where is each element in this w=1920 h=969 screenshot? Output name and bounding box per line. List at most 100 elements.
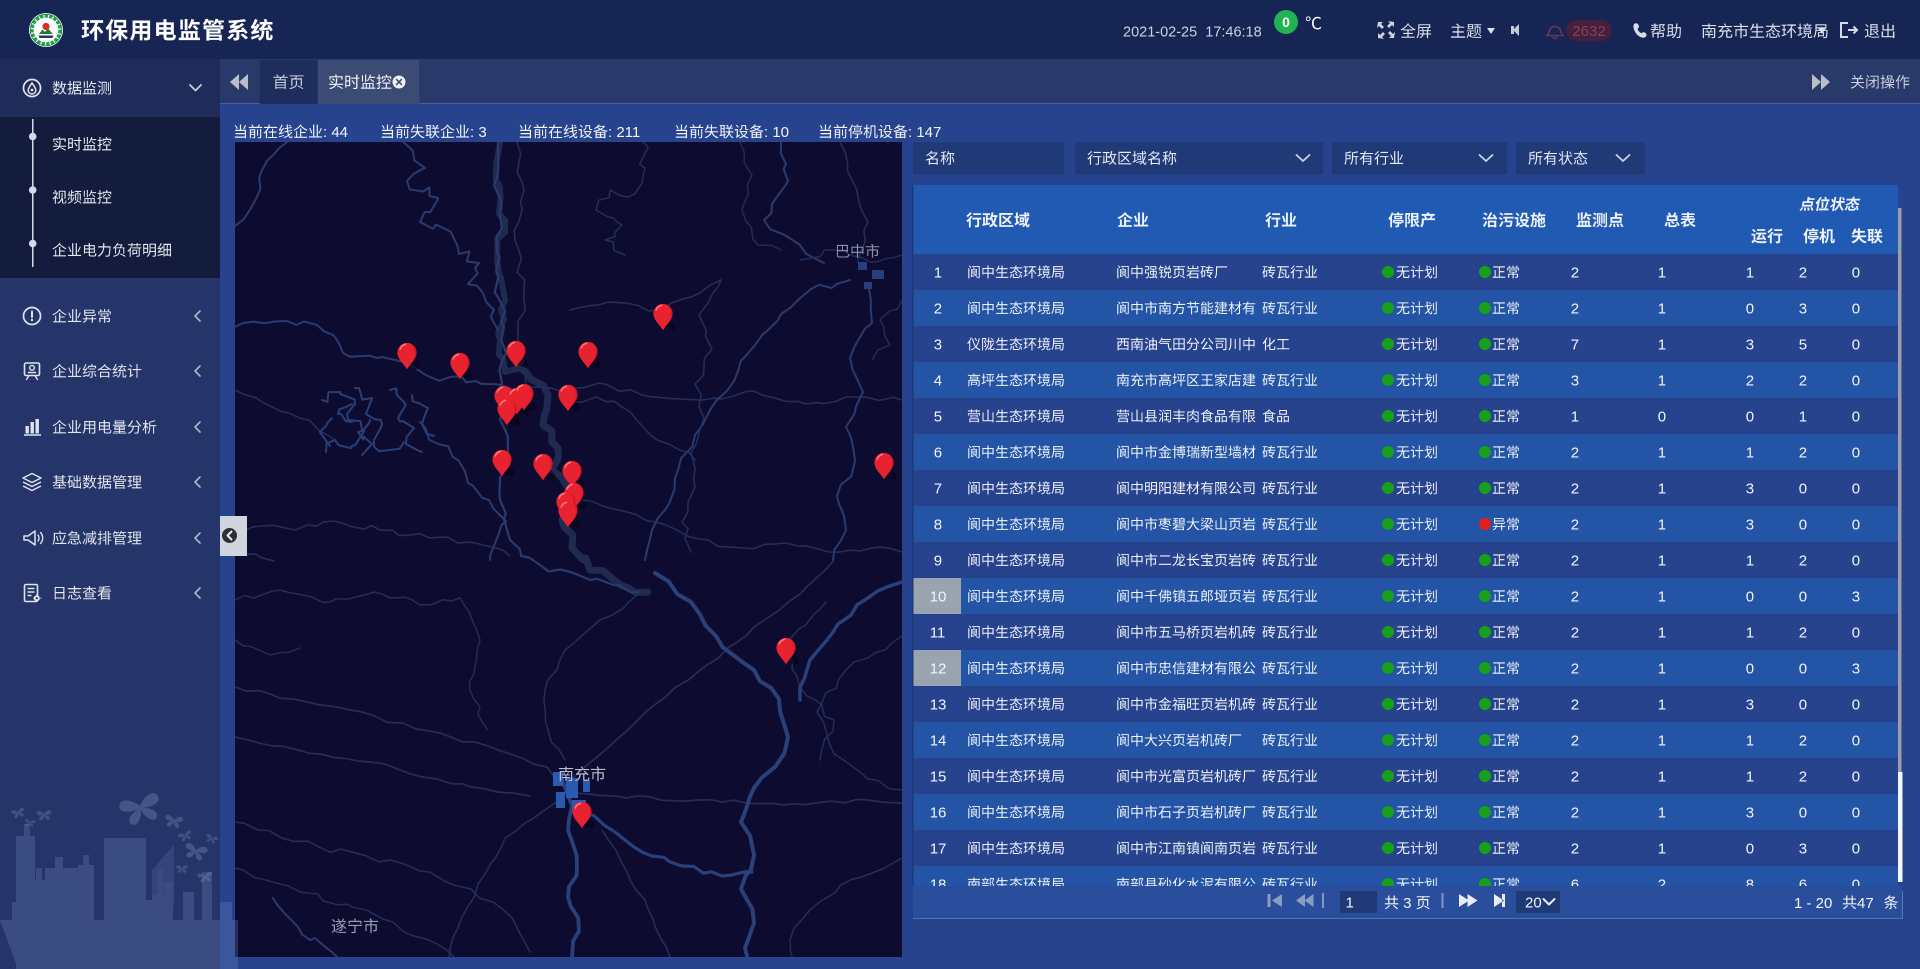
svg-text:2: 2 xyxy=(1799,553,1807,570)
svg-text:0: 0 xyxy=(1852,337,1860,354)
svg-text:0: 0 xyxy=(1852,445,1860,462)
svg-text:0: 0 xyxy=(1746,589,1754,606)
svg-text:1: 1 xyxy=(1346,895,1354,912)
svg-text:3: 3 xyxy=(1852,661,1860,678)
svg-text:3: 3 xyxy=(1403,895,1411,912)
svg-text:3: 3 xyxy=(1571,373,1579,390)
svg-text:2: 2 xyxy=(1571,805,1579,822)
svg-text:2: 2 xyxy=(1571,589,1579,606)
svg-text:10: 10 xyxy=(930,589,947,606)
svg-text::: : xyxy=(608,124,612,141)
svg-text:1: 1 xyxy=(1658,481,1666,498)
svg-text:1: 1 xyxy=(1746,625,1754,642)
svg-text:14: 14 xyxy=(930,733,947,750)
svg-text:0: 0 xyxy=(1852,697,1860,714)
svg-text:0: 0 xyxy=(1852,265,1860,282)
svg-text::: : xyxy=(908,124,912,141)
svg-text:-: - xyxy=(1807,895,1812,912)
svg-text:0: 0 xyxy=(1746,661,1754,678)
svg-text:1: 1 xyxy=(1658,769,1666,786)
svg-text:0: 0 xyxy=(1852,409,1860,426)
svg-text:1: 1 xyxy=(1571,409,1579,426)
svg-text:47: 47 xyxy=(1857,895,1874,912)
svg-text:1: 1 xyxy=(1658,301,1666,318)
svg-text:3: 3 xyxy=(934,337,942,354)
svg-text:2: 2 xyxy=(1799,373,1807,390)
svg-text:0: 0 xyxy=(1852,301,1860,318)
svg-text:1: 1 xyxy=(1794,895,1802,912)
svg-text:0: 0 xyxy=(1799,661,1807,678)
svg-text:1: 1 xyxy=(1658,265,1666,282)
svg-text:2: 2 xyxy=(1571,265,1579,282)
svg-text:2: 2 xyxy=(1571,553,1579,570)
svg-text:9: 9 xyxy=(934,553,942,570)
svg-text:4: 4 xyxy=(934,373,942,390)
svg-text:0: 0 xyxy=(1799,697,1807,714)
svg-text:2: 2 xyxy=(1571,841,1579,858)
svg-text:1: 1 xyxy=(1658,337,1666,354)
svg-text:2632: 2632 xyxy=(1572,23,1605,40)
svg-text:3: 3 xyxy=(1746,517,1754,534)
svg-text:1: 1 xyxy=(1746,769,1754,786)
svg-text:17:46:18: 17:46:18 xyxy=(1205,24,1261,40)
svg-text:1: 1 xyxy=(1658,553,1666,570)
svg-text:20: 20 xyxy=(1816,895,1833,912)
svg-text:5: 5 xyxy=(1799,337,1807,354)
svg-text:0: 0 xyxy=(1799,805,1807,822)
svg-text:11: 11 xyxy=(930,625,946,642)
svg-text:211: 211 xyxy=(616,124,640,141)
svg-text:0: 0 xyxy=(1746,841,1754,858)
svg-text:0: 0 xyxy=(1852,769,1860,786)
svg-text:1: 1 xyxy=(1746,445,1754,462)
svg-text:7: 7 xyxy=(1571,337,1579,354)
svg-text:1: 1 xyxy=(1746,553,1754,570)
svg-text:17: 17 xyxy=(930,841,947,858)
svg-text:0: 0 xyxy=(1799,517,1807,534)
svg-text:1: 1 xyxy=(1658,589,1666,606)
svg-text:2: 2 xyxy=(1571,697,1579,714)
svg-text:13: 13 xyxy=(930,697,947,714)
svg-text:2: 2 xyxy=(1571,769,1579,786)
svg-text:147: 147 xyxy=(916,124,941,141)
svg-text:3: 3 xyxy=(1746,337,1754,354)
svg-text:2: 2 xyxy=(1799,445,1807,462)
svg-text:2: 2 xyxy=(1571,625,1579,642)
svg-text:2: 2 xyxy=(1799,625,1807,642)
svg-text:3: 3 xyxy=(1746,805,1754,822)
svg-text:1: 1 xyxy=(1799,409,1807,426)
svg-text:3: 3 xyxy=(478,124,486,141)
svg-text::: : xyxy=(323,124,327,141)
svg-text:1: 1 xyxy=(1658,661,1666,678)
svg-text:0: 0 xyxy=(1852,733,1860,750)
svg-text:20: 20 xyxy=(1525,895,1542,912)
svg-text:3: 3 xyxy=(1799,301,1807,318)
svg-text:0: 0 xyxy=(1658,409,1666,426)
svg-text:2: 2 xyxy=(1571,733,1579,750)
svg-text:7: 7 xyxy=(934,481,942,498)
svg-text:1: 1 xyxy=(1746,733,1754,750)
svg-text:5: 5 xyxy=(934,409,942,426)
svg-text:8: 8 xyxy=(934,517,942,534)
svg-text:0: 0 xyxy=(1852,841,1860,858)
svg-text:2: 2 xyxy=(1571,517,1579,534)
svg-text:0: 0 xyxy=(1852,553,1860,570)
svg-text:1: 1 xyxy=(1658,445,1666,462)
svg-text:0: 0 xyxy=(1746,409,1754,426)
svg-text:3: 3 xyxy=(1746,697,1754,714)
svg-text:2: 2 xyxy=(1799,265,1807,282)
svg-text:2: 2 xyxy=(1571,481,1579,498)
svg-text:0: 0 xyxy=(1852,481,1860,498)
svg-text:12: 12 xyxy=(930,661,947,678)
svg-text:0: 0 xyxy=(1282,14,1290,30)
svg-text::: : xyxy=(764,124,768,141)
svg-text:0: 0 xyxy=(1852,517,1860,534)
svg-text:6: 6 xyxy=(934,445,942,462)
svg-text:1: 1 xyxy=(1658,805,1666,822)
svg-text:3: 3 xyxy=(1746,481,1754,498)
svg-text:1: 1 xyxy=(1658,625,1666,642)
svg-text:2: 2 xyxy=(934,301,942,318)
svg-text:3: 3 xyxy=(1852,589,1860,606)
svg-text:0: 0 xyxy=(1799,589,1807,606)
svg-text:10: 10 xyxy=(772,124,789,141)
svg-text:2021-02-25: 2021-02-25 xyxy=(1123,24,1197,40)
